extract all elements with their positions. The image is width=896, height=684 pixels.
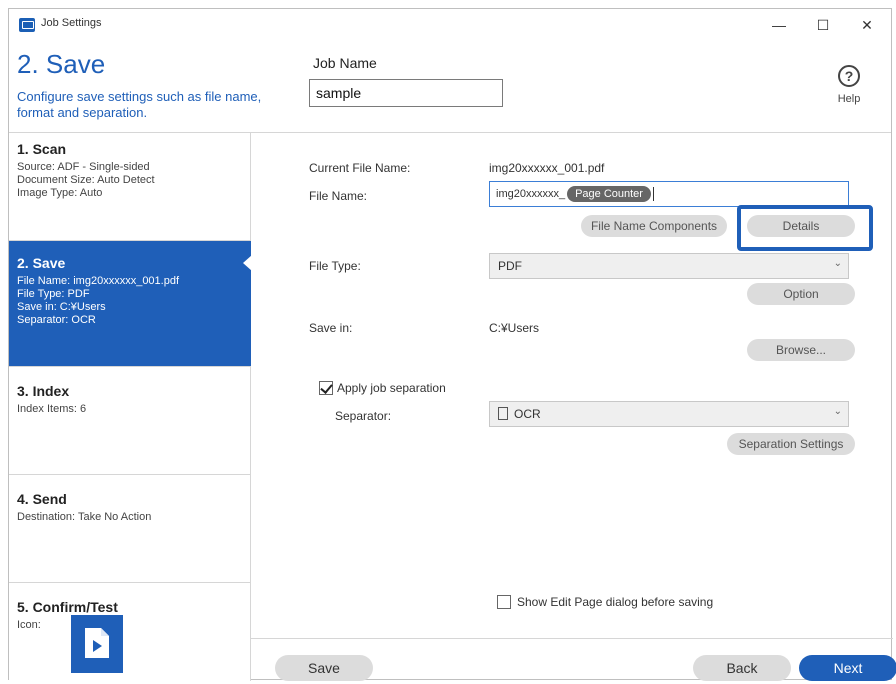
chevron-down-icon: ⌄ bbox=[833, 258, 842, 269]
file-name-label: File Name: bbox=[309, 189, 368, 203]
save-in-value: C:¥Users bbox=[489, 321, 540, 335]
sidebar-item-title: 4. Send bbox=[17, 491, 67, 507]
steps-sidebar: 1. Scan Source: ADF - Single-sided Docum… bbox=[9, 133, 252, 681]
separator-value: OCR bbox=[514, 407, 541, 421]
sidebar-item-detail: File Type: PDF bbox=[17, 288, 90, 300]
sidebar-item-detail: File Name: img20xxxxxx_001.pdf bbox=[17, 275, 180, 287]
job-settings-window: Job Settings — ☐ ✕ 2. Save Configure sav… bbox=[8, 8, 896, 681]
apply-job-separation-label: Apply job separation bbox=[337, 381, 446, 395]
title-bar: Job Settings — ☐ ✕ bbox=[9, 9, 891, 41]
text-caret bbox=[652, 187, 654, 202]
file-type-label: File Type: bbox=[309, 259, 361, 273]
chevron-down-icon: ⌄ bbox=[833, 406, 842, 417]
job-name-input[interactable] bbox=[309, 79, 503, 107]
save-settings-panel: Current File Name: img20xxxxxx_001.pdf F… bbox=[251, 133, 896, 681]
details-highlight-frame bbox=[737, 205, 873, 251]
show-edit-page-checkbox[interactable] bbox=[497, 595, 511, 609]
sidebar-item-confirm[interactable]: 5. Confirm/Test Icon: bbox=[9, 583, 251, 681]
help-icon: ? bbox=[838, 65, 860, 87]
sidebar-item-detail: Index Items: 6 bbox=[17, 403, 87, 415]
job-icon bbox=[71, 615, 123, 673]
sidebar-item-title: 5. Confirm/Test bbox=[17, 599, 118, 615]
option-button[interactable]: Option bbox=[747, 283, 855, 305]
maximize-button[interactable]: ☐ bbox=[803, 13, 843, 37]
document-play-icon bbox=[85, 628, 109, 658]
minimize-button[interactable]: — bbox=[759, 13, 799, 37]
file-name-components-button[interactable]: File Name Components bbox=[581, 215, 727, 237]
document-icon bbox=[498, 407, 508, 420]
next-button[interactable]: Next bbox=[799, 655, 896, 681]
sidebar-item-index[interactable]: 3. Index Index Items: 6 bbox=[9, 367, 251, 475]
step-description: Configure save settings such as file nam… bbox=[17, 89, 262, 120]
sidebar-item-detail: Source: ADF - Single-sided bbox=[17, 161, 150, 173]
separator-label: Separator: bbox=[335, 409, 392, 423]
back-button[interactable]: Back bbox=[693, 655, 791, 681]
window-title: Job Settings bbox=[41, 17, 102, 29]
sidebar-item-detail: Image Type: Auto bbox=[17, 187, 103, 199]
close-button[interactable]: ✕ bbox=[847, 13, 887, 37]
apply-job-separation-checkbox[interactable] bbox=[319, 381, 333, 395]
save-button[interactable]: Save bbox=[275, 655, 373, 681]
sidebar-item-detail: Save in: C:¥Users bbox=[17, 301, 106, 313]
sidebar-item-detail: Icon: bbox=[17, 619, 41, 631]
file-name-prefix: img20xxxxxx_ bbox=[496, 188, 566, 200]
help-label: Help bbox=[837, 93, 861, 105]
show-edit-page-label: Show Edit Page dialog before saving bbox=[517, 595, 714, 609]
sidebar-item-detail: Document Size: Auto Detect bbox=[17, 174, 155, 186]
sidebar-item-save[interactable]: 2. Save File Name: img20xxxxxx_001.pdf F… bbox=[9, 241, 252, 367]
browse-button[interactable]: Browse... bbox=[747, 339, 855, 361]
sidebar-item-title: 2. Save bbox=[17, 255, 66, 271]
step-title: 2. Save bbox=[17, 49, 106, 79]
sidebar-item-send[interactable]: 4. Send Destination: Take No Action bbox=[9, 475, 251, 583]
help-button[interactable]: ? Help bbox=[829, 65, 869, 105]
current-file-name-label: Current File Name: bbox=[309, 161, 411, 175]
sidebar-item-title: 1. Scan bbox=[17, 141, 67, 157]
job-name-label: Job Name bbox=[313, 55, 377, 71]
separation-settings-button[interactable]: Separation Settings bbox=[727, 433, 855, 455]
sidebar-item-scan[interactable]: 1. Scan Source: ADF - Single-sided Docum… bbox=[9, 133, 251, 241]
save-in-label: Save in: bbox=[309, 321, 353, 335]
page-counter-chip[interactable]: Page Counter bbox=[567, 186, 651, 202]
sidebar-item-detail: Separator: OCR bbox=[17, 314, 96, 326]
file-type-value: PDF bbox=[498, 259, 522, 273]
current-file-name-value: img20xxxxxx_001.pdf bbox=[489, 161, 605, 175]
footer-divider bbox=[251, 638, 893, 639]
sidebar-item-title: 3. Index bbox=[17, 383, 70, 399]
app-icon bbox=[19, 18, 35, 32]
file-type-select[interactable]: PDF ⌄ bbox=[489, 253, 849, 279]
step-header: 2. Save Configure save settings such as … bbox=[9, 41, 891, 133]
separator-select[interactable]: OCR ⌄ bbox=[489, 401, 849, 427]
sidebar-item-detail: Destination: Take No Action bbox=[17, 511, 152, 523]
file-name-field[interactable]: img20xxxxxx_ Page Counter bbox=[489, 181, 849, 207]
